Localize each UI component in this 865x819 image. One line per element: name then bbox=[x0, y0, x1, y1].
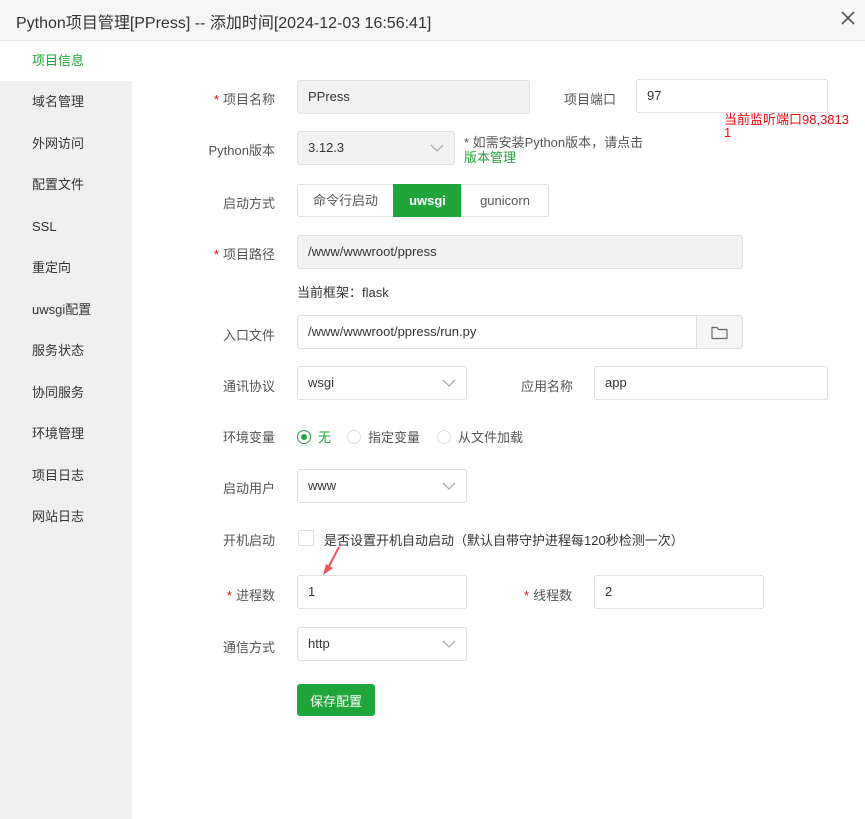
framework-note: 当前框架：flask bbox=[297, 285, 389, 300]
entry-file-input[interactable]: /www/wwwroot/ppress/run.py bbox=[297, 315, 697, 349]
start-method-cli-button[interactable]: 命令行启动 bbox=[297, 184, 394, 217]
app-name-label: 应用名称 bbox=[521, 379, 574, 394]
sidebar-item-ssl[interactable]: SSL bbox=[0, 207, 132, 247]
chevron-down-icon bbox=[442, 379, 456, 387]
python-version-label: Python版本 bbox=[208, 143, 275, 158]
processes-label: * 进程数 bbox=[226, 588, 275, 603]
threads-label: * 线程数 bbox=[524, 588, 573, 603]
sidebar: 项目信息 域名管理 外网访问 配置文件 SSL 重定向 uwsgi配置 服务状态… bbox=[0, 41, 132, 819]
comm-method-value: http bbox=[308, 636, 330, 651]
project-name-label: * 项目名称 bbox=[213, 92, 275, 107]
processes-input[interactable]: 1 bbox=[297, 575, 467, 609]
protocol-select[interactable]: wsgi bbox=[297, 366, 467, 400]
annotation-arrow bbox=[323, 546, 340, 575]
autostart-description: 是否设置开机自动启动（默认自带守护进程每120秒检测一次） bbox=[324, 533, 684, 548]
start-method-uwsgi-button[interactable]: uwsgi bbox=[393, 184, 462, 217]
app-name-input[interactable]: app bbox=[594, 366, 828, 400]
comm-method-select[interactable]: http bbox=[297, 627, 467, 661]
chevron-down-icon bbox=[442, 482, 456, 490]
sidebar-item-site-log[interactable]: 网站日志 bbox=[0, 497, 132, 537]
sidebar-item-project-log[interactable]: 项目日志 bbox=[0, 456, 132, 496]
project-path-label: * 项目路径 bbox=[213, 247, 275, 262]
project-name-input[interactable]: PPress bbox=[297, 80, 530, 114]
autostart-checkbox[interactable] bbox=[298, 530, 314, 546]
autostart-label: 开机启动 bbox=[222, 533, 275, 548]
sidebar-item-service-status[interactable]: 服务状态 bbox=[0, 331, 132, 371]
entry-file-label: 入口文件 bbox=[222, 328, 275, 343]
sidebar-item-uwsgi-config[interactable]: uwsgi配置 bbox=[0, 290, 132, 330]
save-config-button[interactable]: 保存配置 bbox=[297, 684, 375, 716]
window-title: Python项目管理[PPress] -- 添加时间[2024-12-03 16… bbox=[16, 15, 432, 32]
protocol-label: 通讯协议 bbox=[222, 379, 275, 394]
env-vars-label: 环境变量 bbox=[222, 430, 275, 445]
sidebar-item-domain[interactable]: 域名管理 bbox=[0, 82, 132, 122]
folder-icon bbox=[711, 326, 728, 340]
python-version-value: 3.12.3 bbox=[308, 140, 345, 155]
start-method-gunicorn-button[interactable]: gunicorn bbox=[461, 184, 549, 217]
env-specified-radio[interactable]: 指定变量 bbox=[347, 427, 420, 446]
radio-dot bbox=[297, 429, 311, 444]
port-warning-text: 当前监听端口98,38131 bbox=[724, 112, 849, 140]
radio-dot bbox=[347, 429, 361, 444]
run-user-select[interactable]: www bbox=[297, 469, 467, 503]
start-method-label: 启动方式 bbox=[222, 196, 275, 211]
close-icon[interactable] bbox=[836, 6, 860, 30]
radio-dot bbox=[437, 429, 451, 444]
comm-method-label: 通信方式 bbox=[222, 640, 275, 655]
window-titlebar: Python项目管理[PPress] -- 添加时间[2024-12-03 16… bbox=[0, 0, 865, 41]
protocol-value: wsgi bbox=[308, 375, 335, 390]
sidebar-item-config-file[interactable]: 配置文件 bbox=[0, 165, 132, 205]
sidebar-item-co-services[interactable]: 协同服务 bbox=[0, 373, 132, 413]
sidebar-item-external-access[interactable]: 外网访问 bbox=[0, 124, 132, 164]
sidebar-item-redirect[interactable]: 重定向 bbox=[0, 248, 132, 288]
chevron-down-icon bbox=[442, 640, 456, 648]
run-user-value: www bbox=[308, 478, 337, 493]
sidebar-item-project-info[interactable]: 项目信息 bbox=[0, 41, 132, 81]
sidebar-item-env-manage[interactable]: 环境管理 bbox=[0, 414, 132, 454]
python-version-select[interactable]: 3.12.3 bbox=[297, 131, 455, 165]
project-port-label: 项目端口 bbox=[564, 92, 617, 107]
browse-folder-button[interactable] bbox=[696, 315, 743, 349]
env-none-radio[interactable]: 无 bbox=[297, 427, 331, 446]
chevron-down-icon bbox=[430, 144, 444, 152]
threads-input[interactable]: 2 bbox=[594, 575, 764, 609]
version-manage-link[interactable]: 版本管理 bbox=[464, 147, 516, 166]
run-user-label: 启动用户 bbox=[222, 481, 275, 496]
env-from-file-radio[interactable]: 从文件加载 bbox=[437, 427, 523, 446]
project-path-input[interactable]: /www/wwwroot/ppress bbox=[297, 235, 743, 269]
project-port-input[interactable]: 97 bbox=[636, 79, 828, 113]
